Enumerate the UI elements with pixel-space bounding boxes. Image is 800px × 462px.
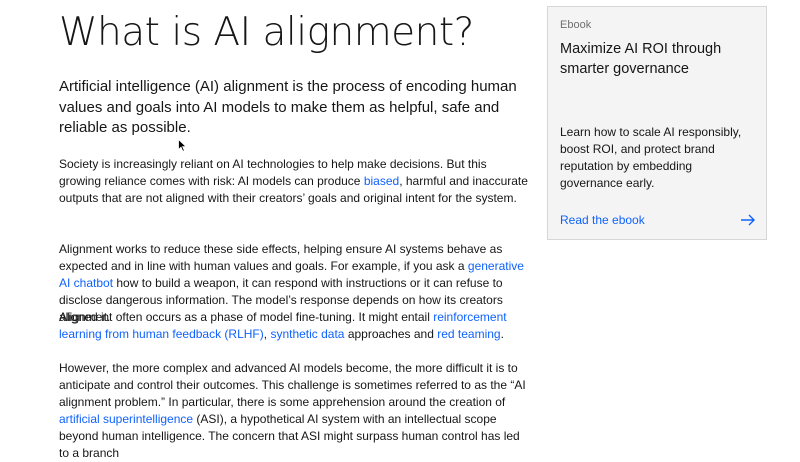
read-ebook-link[interactable]: Read the ebook (560, 207, 756, 237)
paragraph-alignment-problem: However, the more complex and advanced A… (59, 360, 529, 462)
lead-paragraph: Artificial intelligence (AI) alignment i… (59, 78, 517, 136)
link-synthetic-data[interactable]: synthetic data (270, 327, 344, 341)
paragraph-reliance: Society is increasingly reliant on AI te… (59, 156, 529, 207)
card-description: Learn how to scale AI responsibly, boost… (560, 125, 742, 190)
paragraph-fine-tuning: Alignment often occurs as a phase of mod… (59, 309, 529, 343)
paragraph-text: Alignment often occurs as a phase of mod… (59, 310, 434, 324)
link-biased[interactable]: biased (364, 174, 399, 188)
paragraph-text: . (500, 327, 504, 341)
card-eyebrow: Ebook (560, 19, 592, 31)
link-artificial-superintelligence[interactable]: artificial superintelligence (59, 412, 193, 426)
arrow-right-icon (741, 214, 755, 226)
paragraph-text: approaches and (344, 327, 438, 341)
paragraph-text: Alignment works to reduce these side eff… (59, 242, 503, 273)
read-ebook-label: Read the ebook (560, 213, 645, 227)
ebook-promo-card: Ebook Maximize AI ROI through smarter go… (547, 6, 767, 240)
card-title: Maximize AI ROI through smarter governan… (560, 41, 722, 77)
paragraph-text: However, the more complex and advanced A… (59, 361, 526, 409)
link-red-teaming[interactable]: red teaming (437, 327, 500, 341)
mouse-cursor-icon (178, 139, 187, 152)
page-title: What is AI alignment? (59, 10, 474, 55)
